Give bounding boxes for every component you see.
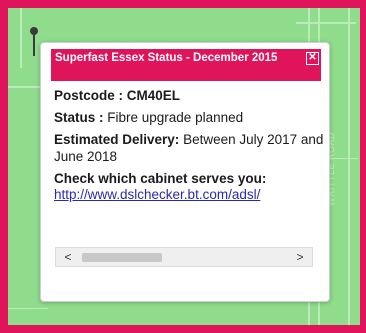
postcode-value: CM40EL: [126, 88, 181, 103]
popup-header: Superfast Essex Status - December 2015 ✕: [51, 49, 321, 81]
status-row: Status : Fibre upgrade planned: [54, 109, 329, 126]
dsl-checker-link[interactable]: http://www.dslchecker.bt.com/adsl/: [54, 187, 329, 202]
postcode-label: Postcode :: [54, 88, 127, 103]
map-road: [8, 308, 48, 309]
postcode-row: Postcode : CM40EL: [54, 87, 329, 104]
map-road: [20, 8, 22, 68]
map-pin-icon[interactable]: [30, 26, 38, 56]
horizontal-scrollbar[interactable]: < >: [55, 247, 313, 267]
scroll-right-icon[interactable]: >: [292, 249, 308, 265]
status-label: Status :: [54, 110, 108, 125]
map-road: [296, 22, 356, 24]
close-icon[interactable]: ✕: [306, 52, 319, 65]
cabinet-row: Check which cabinet serves you:: [54, 170, 329, 187]
info-popup: Superfast Essex Status - December 2015 ✕…: [40, 42, 330, 302]
scroll-left-icon[interactable]: <: [60, 249, 76, 265]
scrollbar-thumb[interactable]: [82, 253, 162, 262]
popup-title: Superfast Essex Status - December 2015: [55, 52, 278, 64]
map-road: [348, 8, 350, 325]
delivery-row: Estimated Delivery: Between July 2017 an…: [54, 131, 329, 165]
cabinet-label: Check which cabinet serves you:: [54, 171, 267, 186]
status-value: Fibre upgrade planned: [107, 110, 244, 125]
popup-content: Postcode : CM40EL Status : Fibre upgrade…: [54, 87, 329, 202]
delivery-label: Estimated Delivery:: [54, 132, 180, 147]
